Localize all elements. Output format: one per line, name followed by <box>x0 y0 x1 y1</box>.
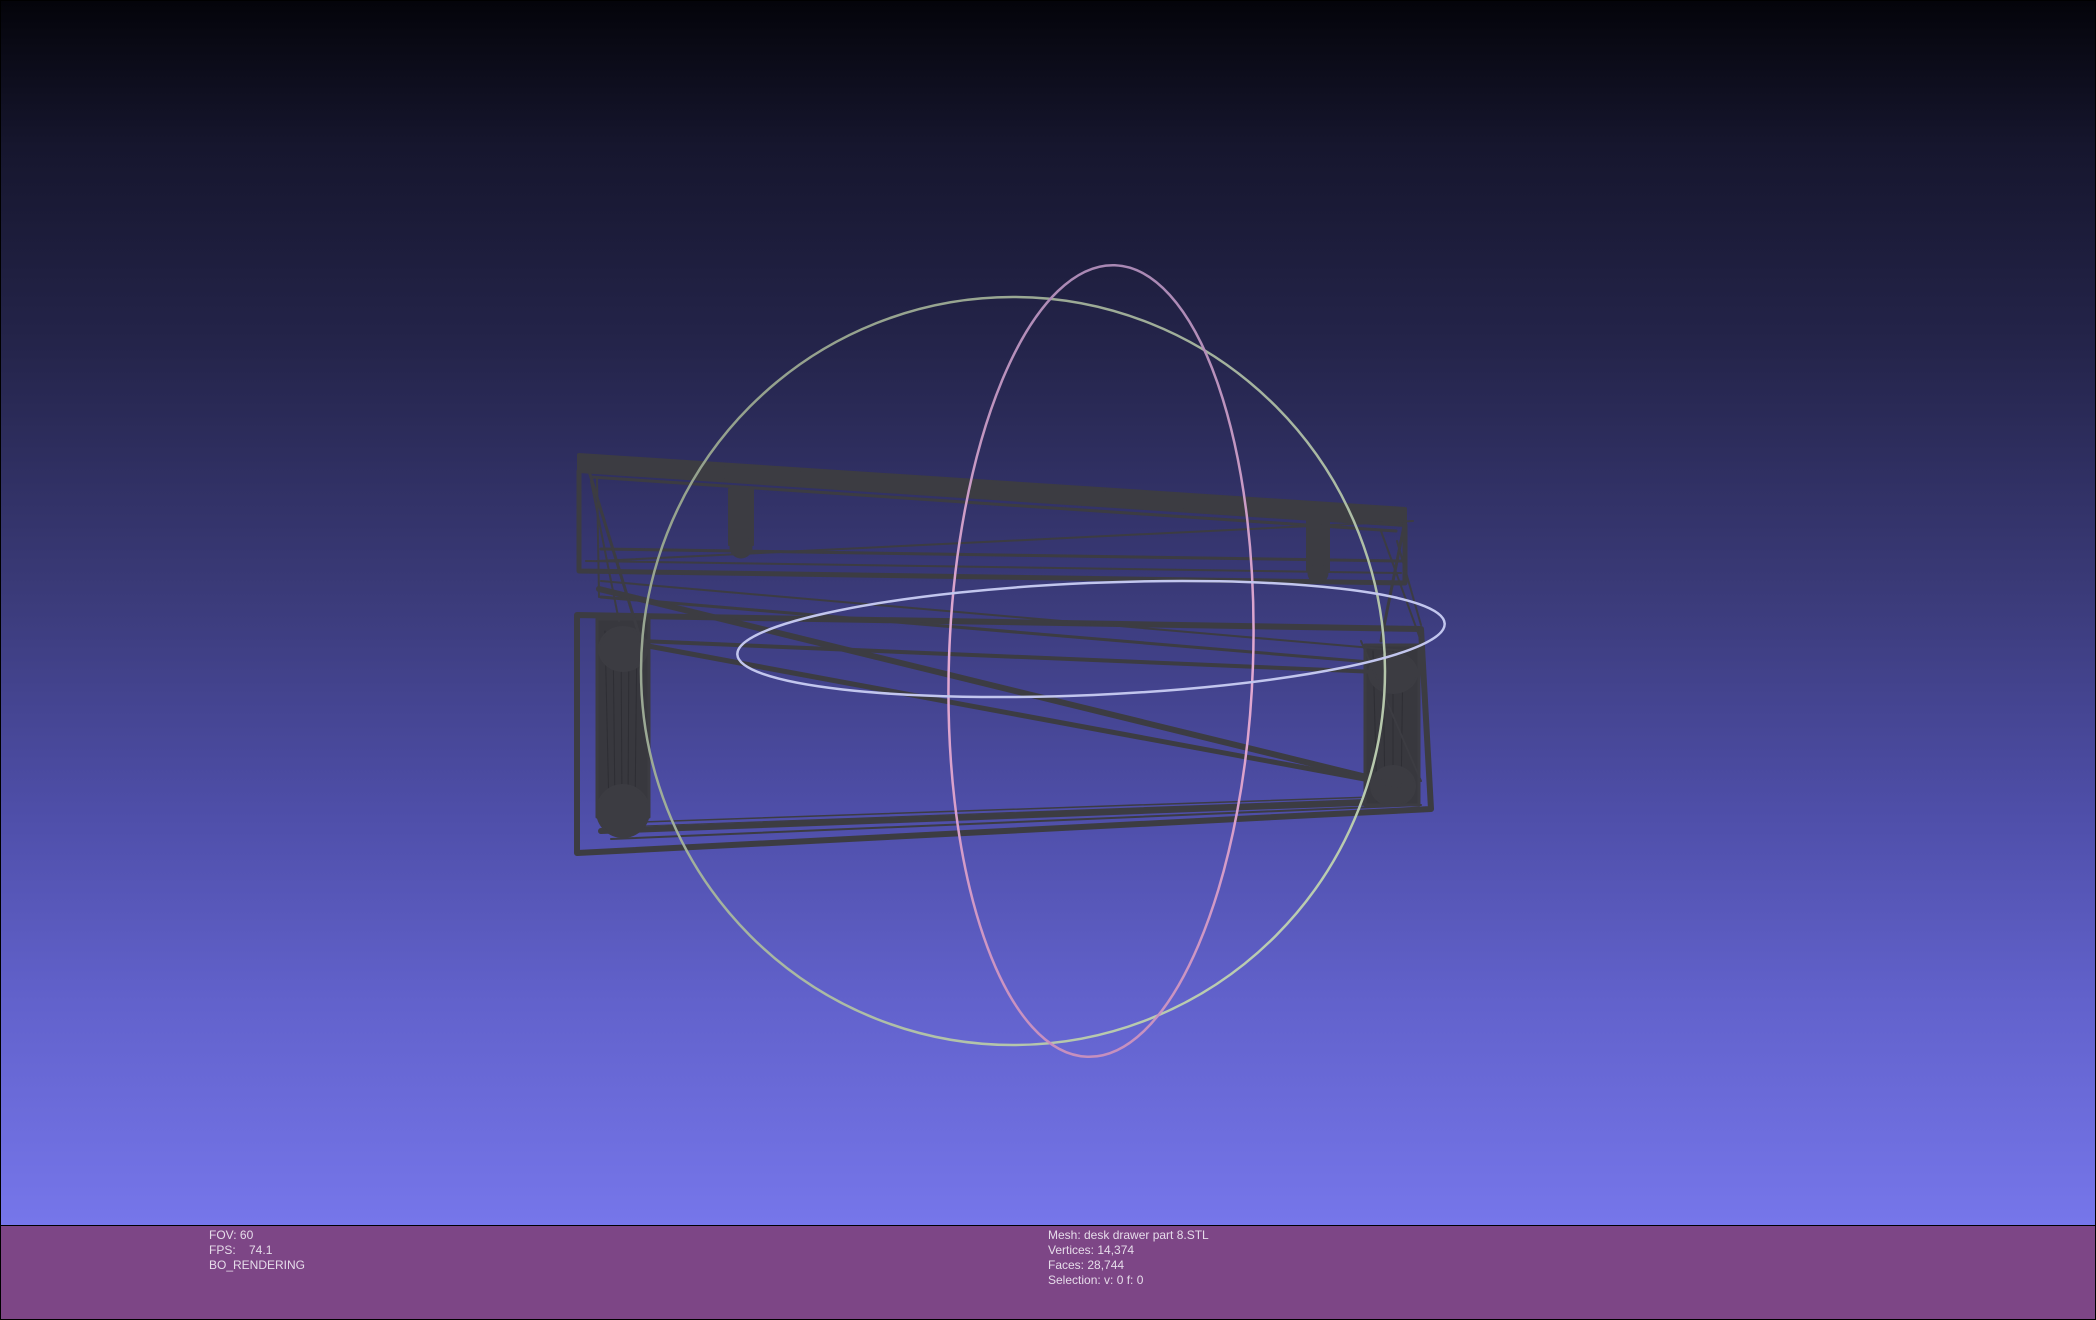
3d-viewport[interactable] <box>1 1 2095 1225</box>
render-info: FOV: 60 FPS: 74.1 BO_RENDERING <box>209 1228 305 1273</box>
scene-canvas[interactable] <box>1 1 2095 1225</box>
selection-info: Selection: v: 0 f: 0 <box>1048 1273 1144 1287</box>
mesh-info: Mesh: desk drawer part 8.STL Vertices: 1… <box>1048 1228 1209 1288</box>
fps-readout: FPS: 74.1 <box>209 1243 273 1257</box>
fov-readout: FOV: 60 <box>209 1228 254 1242</box>
mesh-name: Mesh: desk drawer part 8.STL <box>1048 1228 1209 1242</box>
drawer-mesh <box>574 453 1434 856</box>
trackball[interactable] <box>639 260 1447 1062</box>
info-bar: FOV: 60 FPS: 74.1 BO_RENDERING Mesh: des… <box>1 1226 2095 1319</box>
face-count: Faces: 28,744 <box>1048 1258 1125 1272</box>
mesh-brace-2 <box>618 638 1400 788</box>
mesh-brace-1 <box>596 586 1402 788</box>
render-mode: BO_RENDERING <box>209 1258 306 1272</box>
vertex-count: Vertices: 14,374 <box>1048 1243 1135 1257</box>
